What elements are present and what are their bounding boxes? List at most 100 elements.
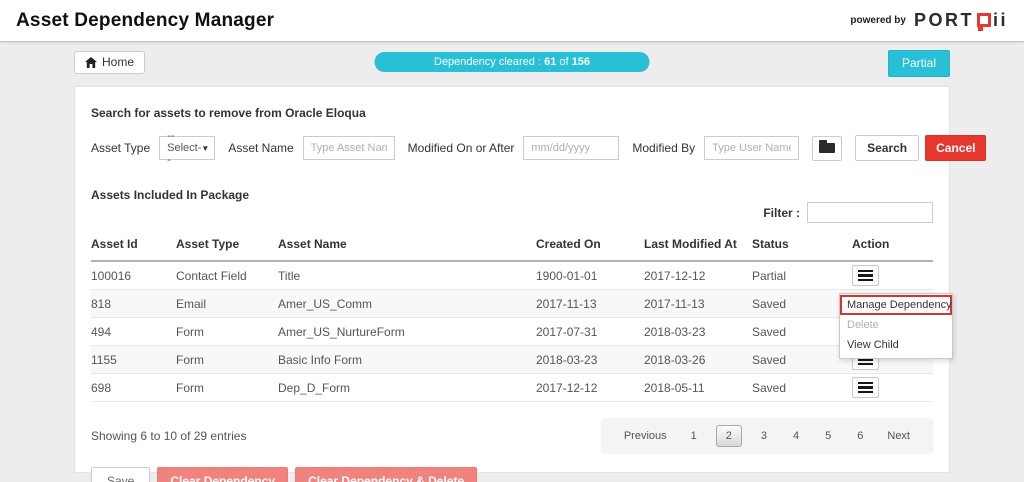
last-modified-cell: 2017-11-13 <box>644 297 752 311</box>
main-panel: Search for assets to remove from Oracle … <box>74 86 950 473</box>
dependency-progress-badge: Dependency cleared : 61 of 156 <box>375 52 650 72</box>
menu-item-delete: Delete <box>840 315 952 335</box>
asset-id-cell: 818 <box>91 297 176 311</box>
table-row: 1155FormBasic Info Form2018-03-232018-03… <box>91 346 933 374</box>
footer-actions: Save Clear Dependency Clear Dependency &… <box>91 467 933 482</box>
row-actions-menu-button[interactable] <box>852 265 879 286</box>
brand-text-right: ii <box>993 10 1008 31</box>
pagination-page-4[interactable]: 4 <box>786 427 806 445</box>
partial-status-button[interactable]: Partial <box>888 50 950 77</box>
status-cell: Saved <box>752 297 852 311</box>
column-header: Asset Id <box>91 237 176 251</box>
status-cell: Saved <box>752 325 852 339</box>
pagination-page-1[interactable]: 1 <box>684 427 704 445</box>
page: Asset Dependency Manager powered by PORT… <box>0 0 1024 482</box>
modified-on-label: Modified On or After <box>408 141 515 155</box>
search-button[interactable]: Search <box>855 135 919 161</box>
asset-name-cell: Dep_D_Form <box>278 381 536 395</box>
cancel-button[interactable]: Cancel <box>925 135 986 161</box>
hamburger-icon <box>858 382 873 385</box>
entries-summary: Showing 6 to 10 of 29 entries <box>91 429 246 443</box>
asset-type-cell: Email <box>176 297 278 311</box>
folder-picker-button[interactable] <box>812 136 842 161</box>
pagination-page-6[interactable]: 6 <box>850 427 870 445</box>
pagination-page-5[interactable]: 5 <box>818 427 838 445</box>
pagination-page-3[interactable]: 3 <box>754 427 774 445</box>
toolbar: Home Dependency cleared : 61 of 156 Part… <box>74 50 950 78</box>
asset-type-cell: Form <box>176 381 278 395</box>
asset-id-cell: 494 <box>91 325 176 339</box>
search-form: Asset Type --Select-- ▼ Asset Name Modif… <box>91 135 933 161</box>
action-cell <box>852 265 933 286</box>
column-header: Action <box>852 237 933 251</box>
asset-id-cell: 1155 <box>91 353 176 367</box>
folder-icon <box>819 143 835 153</box>
asset-table-body: 100016Contact FieldTitle1900-01-012017-1… <box>91 262 933 402</box>
asset-type-cell: Form <box>176 325 278 339</box>
modified-on-date-input[interactable] <box>523 136 619 160</box>
brand-text-left: PORT <box>914 10 974 31</box>
filter-label: Filter : <box>763 206 800 220</box>
chevron-down-icon: ▼ <box>201 144 209 153</box>
created-on-cell: 2017-07-31 <box>536 325 644 339</box>
last-modified-cell: 2018-03-26 <box>644 353 752 367</box>
table-footer: Showing 6 to 10 of 29 entries Previous 1… <box>91 418 933 454</box>
filter-input[interactable] <box>807 202 933 223</box>
modified-by-input[interactable] <box>704 136 799 160</box>
asset-id-cell: 100016 <box>91 269 176 283</box>
brand-q-icon <box>977 13 991 27</box>
asset-name-cell: Basic Info Form <box>278 353 536 367</box>
hamburger-icon <box>858 270 873 273</box>
home-icon <box>85 57 97 68</box>
created-on-cell: 2018-03-23 <box>536 353 644 367</box>
asset-name-input[interactable] <box>303 136 395 160</box>
pagination-pages: 123456 <box>678 425 877 447</box>
pagination-page-2[interactable]: 2 <box>716 425 742 447</box>
column-header: Status <box>752 237 852 251</box>
home-button[interactable]: Home <box>74 51 145 74</box>
page-title: Asset Dependency Manager <box>16 10 274 32</box>
created-on-cell: 1900-01-01 <box>536 269 644 283</box>
asset-type-select[interactable]: --Select-- ▼ <box>159 136 215 160</box>
powered-by-label: powered by <box>850 15 906 26</box>
column-header: Last Modified At <box>644 237 752 251</box>
app-header: Asset Dependency Manager powered by PORT… <box>0 0 1024 42</box>
asset-name-label: Asset Name <box>228 141 293 155</box>
table-row: 494FormAmer_US_NurtureForm2017-07-312018… <box>91 318 933 346</box>
created-on-cell: 2017-12-12 <box>536 381 644 395</box>
created-on-cell: 2017-11-13 <box>536 297 644 311</box>
status-cell: Saved <box>752 381 852 395</box>
hamburger-icon <box>858 386 873 389</box>
action-cell <box>852 377 933 398</box>
package-section-title: Assets Included In Package <box>91 188 933 202</box>
asset-type-label: Asset Type <box>91 141 150 155</box>
modified-by-label: Modified By <box>632 141 695 155</box>
asset-table-header: Asset IdAsset TypeAsset NameCreated OnLa… <box>91 230 933 262</box>
column-header: Created On <box>536 237 644 251</box>
asset-name-cell: Title <box>278 269 536 283</box>
clear-dependency-button[interactable]: Clear Dependency <box>157 467 288 482</box>
column-header: Asset Type <box>176 237 278 251</box>
menu-item-manage-dependency[interactable]: Manage Dependency <box>840 295 952 315</box>
status-cell: Saved <box>752 353 852 367</box>
save-button[interactable]: Save <box>91 467 150 482</box>
column-header: Asset Name <box>278 237 536 251</box>
hamburger-icon <box>858 279 873 282</box>
status-cell: Partial <box>752 269 852 283</box>
pagination-next[interactable]: Next <box>880 427 917 445</box>
row-actions-menu-button[interactable] <box>852 377 879 398</box>
table-row: 100016Contact FieldTitle1900-01-012017-1… <box>91 262 933 290</box>
clear-dependency-delete-button[interactable]: Clear Dependency & Delete <box>295 467 477 482</box>
brand: powered by PORT ii <box>850 10 1008 31</box>
asset-name-cell: Amer_US_Comm <box>278 297 536 311</box>
pagination-previous[interactable]: Previous <box>617 427 674 445</box>
hamburger-icon <box>858 391 873 394</box>
portqii-logo: PORT ii <box>914 10 1008 31</box>
filter-row: Filter : <box>91 202 933 223</box>
asset-id-cell: 698 <box>91 381 176 395</box>
pagination: Previous 123456 Next <box>601 418 933 454</box>
asset-type-cell: Form <box>176 353 278 367</box>
asset-table: Asset IdAsset TypeAsset NameCreated OnLa… <box>91 230 933 402</box>
asset-type-cell: Contact Field <box>176 269 278 283</box>
menu-item-view-child[interactable]: View Child <box>840 335 952 355</box>
